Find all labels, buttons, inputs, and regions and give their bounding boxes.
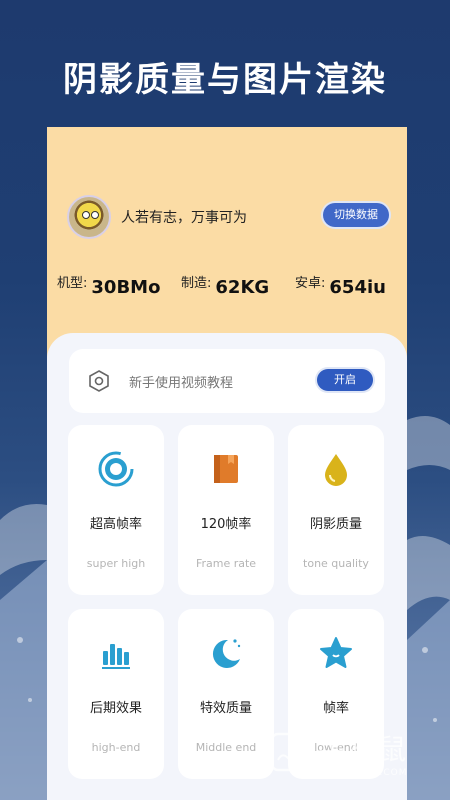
spec-value: 30BMo (91, 277, 161, 298)
switch-data-button[interactable]: 切换数据 (323, 203, 389, 227)
page-headline: 阴影质量与图片渲染 (63, 60, 387, 100)
watermark-url: SHOUJISHU.COM (320, 768, 408, 778)
spec-manufacture: 制造: 62KG (181, 276, 270, 298)
feature-card-tone-quality[interactable]: 阴影质量 tone quality (288, 425, 384, 595)
app-screen: 人若有志，万事可为 切换数据 机型: 30BMo 制造: 62KG 安卓: 654iu… (47, 127, 407, 800)
card-subtitle: tone quality (303, 557, 369, 570)
moon-icon (212, 639, 241, 668)
profile-motto: 人若有志，万事可为 (121, 210, 247, 226)
card-title: 帧率 (322, 701, 349, 716)
card-title: 120帧率 (200, 517, 252, 532)
spec-label: 机型: (57, 276, 88, 291)
spec-value: 62KG (215, 277, 270, 298)
tutorial-text: 新手使用视频教程 (129, 376, 234, 391)
spec-android: 安卓: 654iu (295, 276, 386, 298)
card-subtitle: high-end (91, 741, 141, 754)
hexagon-icon (89, 370, 109, 392)
card-title: 后期效果 (89, 701, 142, 716)
card-subtitle: Frame rate (195, 557, 257, 570)
device-specs: 机型: 30BMo 制造: 62KG 安卓: 654iu (57, 276, 402, 307)
spec-value: 654iu (329, 277, 386, 298)
profile-row: 人若有志，万事可为 切换数据 (67, 195, 397, 241)
feature-card-frame-rate[interactable]: 120帧率 Frame rate (178, 425, 274, 595)
feature-card-high-end[interactable]: 后期效果 high-end (68, 609, 164, 779)
bar-chart-icon (102, 644, 130, 669)
card-subtitle: Middle end (195, 741, 257, 754)
spec-label: 安卓: (295, 276, 326, 291)
mouse-logo-icon (270, 732, 304, 772)
card-title: 阴影质量 (309, 517, 362, 532)
spec-model: 机型: 30BMo (57, 276, 161, 298)
speedometer-icon (98, 451, 134, 487)
spec-label: 制造: (181, 276, 212, 291)
card-title: 超高帧率 (89, 517, 142, 532)
site-watermark: 手机鼠 SHOUJISHU.COM (268, 728, 438, 784)
feature-card-super-high[interactable]: 超高帧率 super high (68, 425, 164, 595)
card-title: 特效质量 (199, 701, 252, 716)
book-icon (214, 455, 238, 483)
open-tutorial-button[interactable]: 开启 (317, 369, 373, 391)
feature-card-middle-end[interactable]: 特效质量 Middle end (178, 609, 274, 779)
avatar[interactable] (67, 195, 111, 239)
tutorial-bar[interactable]: 新手使用视频教程 开启 (69, 349, 385, 413)
drop-icon (325, 454, 347, 486)
card-subtitle: super high (86, 557, 146, 570)
star-icon (320, 637, 352, 668)
watermark-text: 手机鼠 (318, 733, 409, 766)
